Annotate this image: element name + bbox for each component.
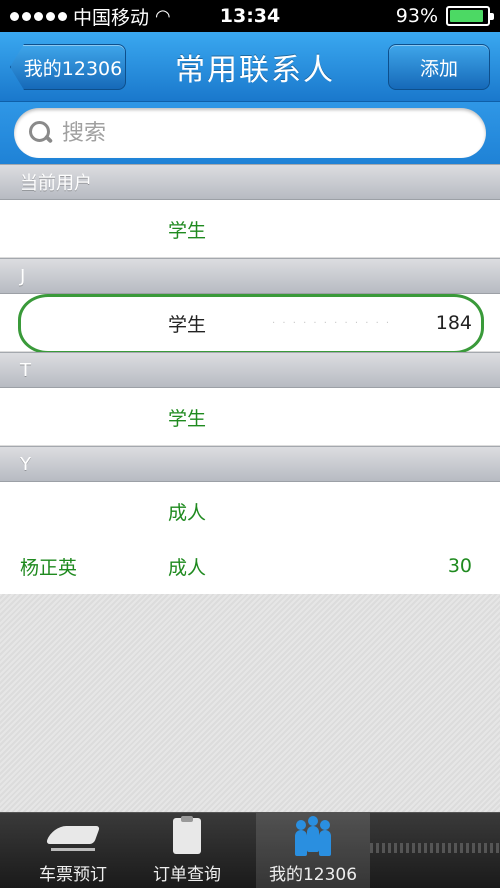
status-left: 中国移动 ◠: [10, 3, 171, 30]
train-icon: [45, 816, 101, 856]
section-header-t: T: [0, 352, 500, 388]
people-icon: [285, 816, 341, 856]
contact-row[interactable]: 成人: [0, 482, 500, 540]
section-header-j: J: [0, 258, 500, 294]
status-right: 93%: [395, 5, 494, 27]
signal-strength-icon: [10, 11, 67, 21]
wifi-icon: ◠: [155, 5, 171, 27]
status-bar: 中国移动 ◠ 13:34 93%: [0, 0, 500, 32]
passenger-type: 学生: [168, 219, 207, 242]
carrier-name: 中国移动: [73, 6, 150, 29]
tab-ticket-booking[interactable]: 车票预订: [16, 813, 130, 888]
add-contact-button[interactable]: 添加: [388, 44, 490, 90]
tab-my-12306[interactable]: 我的12306: [256, 813, 370, 888]
search-bar: [0, 102, 500, 164]
contact-row[interactable]: 学生: [0, 388, 500, 446]
search-field[interactable]: [14, 108, 486, 158]
tab-order-query[interactable]: 订单查询: [130, 813, 244, 888]
battery-icon: [446, 6, 494, 26]
id-number-suffix: 30: [447, 555, 472, 577]
search-input[interactable]: [62, 120, 442, 146]
search-icon: [28, 120, 54, 146]
section-header-current-user: 当前用户: [0, 164, 500, 200]
tab-bar: 车票预订 订单查询 我的12306: [0, 812, 500, 888]
tab-bar-texture: [370, 843, 500, 853]
obscured-id-digits: · · · · · · · · · · · ·: [272, 317, 392, 329]
contact-row[interactable]: 杨正英 成人 30: [0, 537, 500, 595]
passenger-type: 学生: [168, 407, 207, 430]
passenger-type: 成人: [168, 556, 207, 579]
tab-label: 订单查询: [153, 865, 221, 885]
battery-fill: [450, 10, 484, 22]
tab-label: 车票预订: [39, 865, 107, 885]
contact-name: 杨正英: [20, 556, 78, 579]
empty-list-background: [0, 594, 500, 812]
page-title: 常用联系人: [175, 53, 335, 88]
navigation-bar: 我的12306 常用联系人 添加: [0, 32, 500, 102]
clipboard-icon: [159, 816, 215, 856]
tab-label: 我的12306: [268, 865, 358, 885]
section-header-y: Y: [0, 446, 500, 482]
battery-percent: 93%: [395, 5, 438, 27]
id-number-suffix: 184: [435, 312, 472, 334]
passenger-type: 成人: [168, 501, 207, 524]
contact-row[interactable]: 学生 · · · · · · · · · · · · 184: [0, 294, 500, 352]
passenger-type: 学生: [168, 313, 207, 336]
contact-row[interactable]: 学生: [0, 200, 500, 258]
back-button[interactable]: 我的12306: [10, 44, 126, 90]
